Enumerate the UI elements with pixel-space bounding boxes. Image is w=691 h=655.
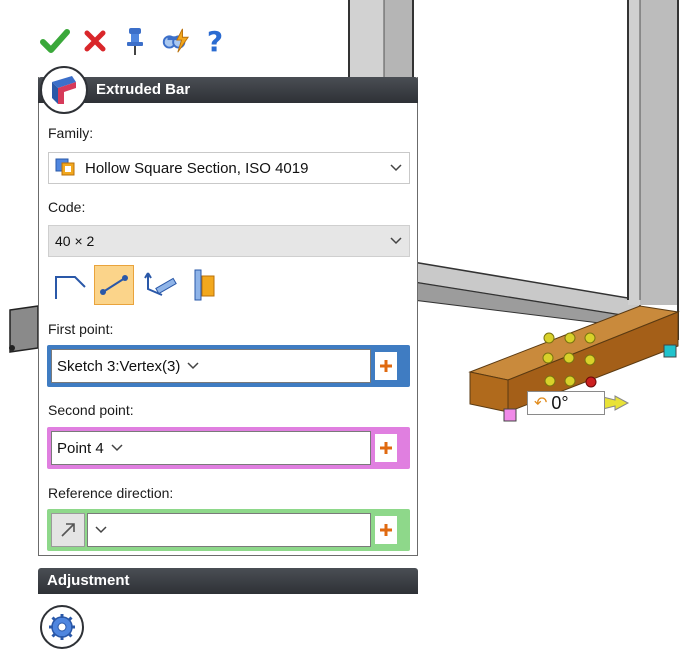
- family-value: Hollow Square Section, ISO 4019: [85, 159, 309, 177]
- cancel-button[interactable]: [80, 25, 110, 57]
- diagonal-arrow-icon: [61, 523, 75, 537]
- detailed-preview-button[interactable]: [160, 25, 190, 57]
- first-point-selector[interactable]: Sketch 3:Vertex(3): [51, 349, 371, 383]
- family-label: Family:: [48, 125, 94, 141]
- family-dropdown[interactable]: Hollow Square Section, ISO 4019: [48, 152, 410, 184]
- mode-point-direction-length-button[interactable]: [140, 265, 180, 305]
- plus-icon: [380, 360, 392, 372]
- plus-icon: [380, 524, 392, 536]
- second-point-add-button[interactable]: [375, 434, 397, 462]
- checkmark-icon: [40, 29, 70, 53]
- second-point-label: Second point:: [48, 402, 134, 418]
- reference-direction-selector[interactable]: [87, 513, 371, 547]
- ok-button[interactable]: [40, 25, 70, 57]
- rotate-icon: ↶: [534, 395, 548, 412]
- gear-icon: [49, 614, 75, 640]
- panel-header[interactable]: Extruded Bar: [38, 77, 418, 103]
- pin-button[interactable]: [120, 25, 150, 57]
- first-point-add-button[interactable]: [375, 352, 397, 380]
- chevron-down-icon: [88, 514, 114, 546]
- first-point-value: Sketch 3:Vertex(3): [57, 357, 181, 375]
- two-points-icon: [100, 275, 128, 295]
- cross-icon: [84, 30, 106, 52]
- line-segment-icon: [55, 276, 86, 299]
- face-align-icon: [194, 269, 215, 301]
- reference-direction-label: Reference direction:: [48, 485, 174, 501]
- reference-direction-add-button[interactable]: [375, 516, 397, 544]
- pushpin-icon: [127, 28, 143, 55]
- adjustment-settings-button[interactable]: [40, 605, 84, 649]
- chevron-down-icon: [383, 153, 409, 183]
- command-toolbar: ?: [40, 24, 230, 58]
- rotate-handle-arrow[interactable]: [602, 395, 630, 411]
- second-point-selector[interactable]: Point 4: [51, 431, 371, 465]
- reference-direction-arrow-box[interactable]: [51, 513, 85, 547]
- left-stub: [9, 305, 39, 353]
- chevron-down-icon: [104, 432, 130, 464]
- anchor-point-grid[interactable]: [542, 332, 597, 388]
- rotation-angle-input[interactable]: ↶ 0°: [527, 391, 605, 415]
- second-point-marker[interactable]: [503, 408, 517, 422]
- adjustment-title: Adjustment: [47, 572, 130, 589]
- adjustment-header[interactable]: Adjustment: [38, 568, 418, 594]
- mode-line-segment-button[interactable]: [50, 266, 90, 306]
- code-label: Code:: [48, 199, 86, 215]
- chevron-down-icon: [180, 350, 206, 382]
- point-direction-length-icon: [144, 272, 177, 296]
- code-value: 40 × 2: [55, 233, 95, 249]
- mode-two-points-button[interactable]: [94, 265, 134, 305]
- extruded-bar-icon: [40, 66, 88, 114]
- profile-library-icon: [55, 158, 75, 176]
- help-label: ?: [206, 24, 224, 58]
- mode-face-align-button[interactable]: [184, 265, 224, 305]
- help-button[interactable]: ?: [200, 24, 230, 58]
- first-point-label: First point:: [48, 321, 114, 337]
- detailed-preview-icon: [162, 28, 190, 53]
- panel-title: Extruded Bar: [96, 81, 191, 98]
- angle-value: 0°: [551, 392, 569, 413]
- second-point-value: Point 4: [57, 439, 104, 457]
- code-dropdown[interactable]: 40 × 2: [48, 225, 410, 257]
- first-point-marker[interactable]: [663, 344, 677, 358]
- chevron-down-icon: [383, 226, 409, 256]
- plus-icon: [380, 442, 392, 454]
